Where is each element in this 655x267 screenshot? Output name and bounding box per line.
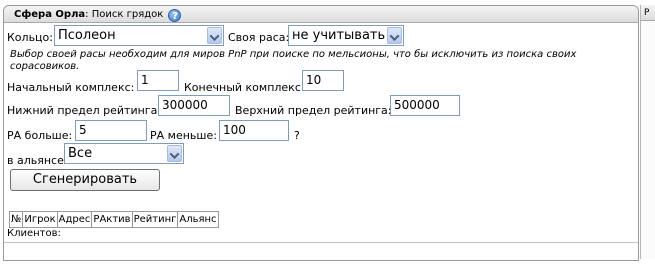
race-label: Своя раса: bbox=[228, 31, 290, 44]
race-select[interactable]: не учитывать bbox=[288, 25, 404, 46]
column-address: Адрес bbox=[56, 211, 93, 228]
help-icon[interactable]: ? bbox=[168, 9, 182, 22]
end-complex-input[interactable]: 10 bbox=[302, 70, 344, 91]
start-complex-label: Начальный комплекс: bbox=[7, 81, 135, 94]
alliance-select[interactable]: Все bbox=[64, 143, 184, 164]
search-panel: Сфера Орла: Поиск грядок ? Кольцо: Псоле… bbox=[3, 5, 639, 261]
race-select-value: не учитывать bbox=[292, 28, 386, 43]
panel-header: Сфера Орла: Поиск грядок ? bbox=[4, 6, 638, 23]
low-rating-label: Нижний предел рейтинга: bbox=[7, 104, 162, 117]
right-panel-header: Р bbox=[641, 5, 655, 21]
low-rating-input[interactable]: 300000 bbox=[158, 95, 230, 116]
ra-more-label: РА больше: bbox=[7, 129, 73, 142]
divider bbox=[4, 242, 638, 243]
panel-title: Сфера Орла: Поиск грядок ? bbox=[14, 9, 182, 22]
generate-button[interactable]: Сгенерировать bbox=[10, 169, 160, 191]
column-ra-active: РАктив bbox=[91, 211, 133, 228]
chevron-down-icon[interactable] bbox=[167, 145, 182, 162]
ra-more-input[interactable]: 5 bbox=[75, 120, 147, 141]
results-table-header: № Игрок Адрес РАктив Рейтинг Альянс bbox=[8, 211, 219, 228]
end-complex-label: Конечный комплекс: bbox=[184, 81, 305, 94]
ra-less-input[interactable]: 100 bbox=[219, 120, 289, 141]
right-panel: Р bbox=[640, 5, 655, 259]
panel-title-bold: Сфера Орла bbox=[14, 9, 86, 20]
column-number: № bbox=[8, 211, 24, 228]
panel-title-rest: Поиск грядок bbox=[91, 9, 164, 20]
chevron-down-icon[interactable] bbox=[387, 27, 402, 44]
column-alliance: Альянс bbox=[177, 211, 219, 228]
ra-less-label: РА меньше: bbox=[150, 129, 217, 142]
ring-select-value: Псолеон bbox=[58, 28, 116, 43]
clients-label: Клиентов: bbox=[7, 228, 61, 239]
ring-label: Кольцо: bbox=[7, 31, 53, 44]
column-player: Игрок bbox=[22, 211, 58, 228]
chevron-down-icon[interactable] bbox=[207, 27, 222, 44]
alliance-label: в альянсе bbox=[7, 154, 64, 167]
question-mark: ? bbox=[294, 129, 300, 142]
high-rating-label: Верхний предел рейтинга: bbox=[235, 104, 392, 117]
ring-select[interactable]: Псолеон bbox=[54, 25, 224, 46]
alliance-select-value: Все bbox=[68, 146, 93, 161]
results-table: № Игрок Адрес РАктив Рейтинг Альянс bbox=[8, 211, 219, 228]
high-rating-input[interactable]: 500000 bbox=[390, 95, 460, 116]
column-rating: Рейтинг bbox=[131, 211, 179, 228]
window: Сфера Орла: Поиск грядок ? Кольцо: Псоле… bbox=[0, 0, 655, 267]
start-complex-input[interactable]: 1 bbox=[137, 70, 179, 91]
